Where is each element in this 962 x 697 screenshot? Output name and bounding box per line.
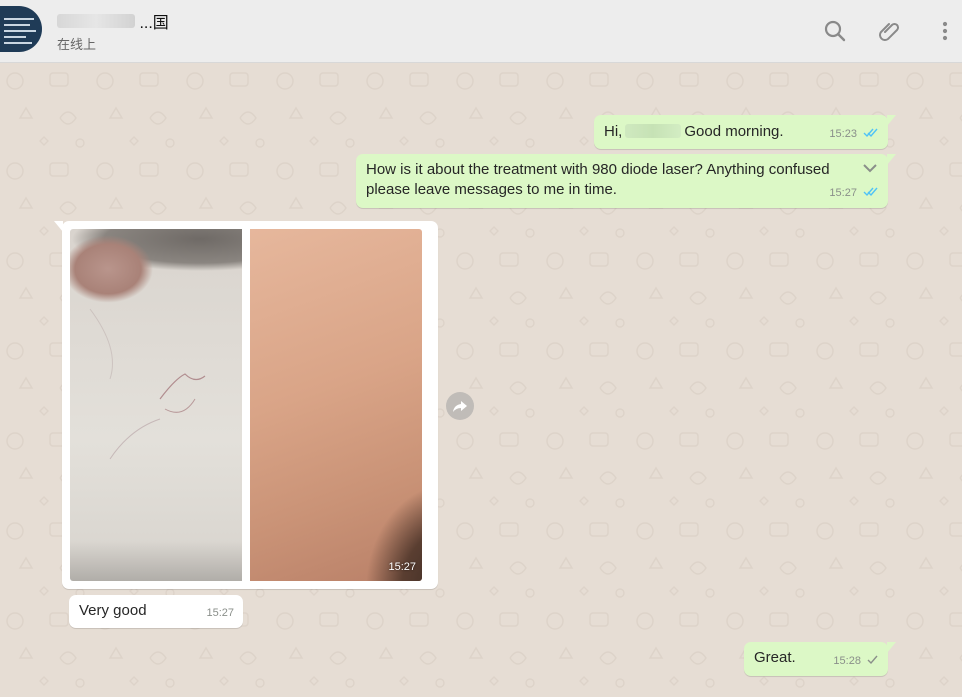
message-text: Very good: [79, 602, 147, 619]
message-meta: 15:27: [829, 183, 879, 203]
read-ticks-icon: [863, 187, 878, 197]
message-text-line-2: please leave messages to me in time.: [366, 181, 617, 198]
message-time: 15:28: [833, 655, 861, 667]
photo-before-treatment: [70, 229, 242, 581]
forward-icon: [453, 401, 467, 412]
photo-after-treatment: [250, 229, 422, 581]
outgoing-message[interactable]: Great. 15:28: [744, 642, 896, 676]
redacted-name: [57, 14, 135, 28]
chat-header: ...国 在线上: [0, 0, 962, 63]
outgoing-message[interactable]: How is it about the treatment with 980 d…: [356, 154, 896, 208]
incoming-image-message[interactable]: 15:27: [54, 221, 438, 589]
message-text: Great.: [754, 649, 796, 666]
contact-avatar[interactable]: [0, 6, 42, 52]
bubble-tail: [54, 221, 63, 232]
message-time: 15:27: [206, 607, 234, 619]
chevron-down-icon[interactable]: [861, 161, 879, 175]
read-ticks-icon: [863, 128, 878, 138]
bubble-tail: [887, 115, 896, 126]
message-text: Hi, Good morning.: [604, 123, 784, 140]
message-list[interactable]: Hi, Good morning. 15:23 How is it about t…: [0, 63, 962, 697]
message-text-line-1: How is it about the treatment with 980 d…: [366, 161, 830, 178]
forward-button[interactable]: [446, 392, 474, 420]
message-photo[interactable]: 15:27: [70, 229, 422, 581]
incoming-message[interactable]: Very good 15:27: [69, 595, 243, 628]
search-icon[interactable]: [822, 18, 848, 44]
message-meta: 15:27: [206, 603, 234, 623]
whatsapp-web-window: ...国 在线上 Hi, Good morning. 15:23 How is …: [0, 0, 962, 697]
bubble-tail: [887, 154, 896, 165]
contact-name-row[interactable]: ...国: [57, 9, 169, 32]
message-meta: 15:28: [833, 651, 879, 671]
contact-name: ...国: [139, 15, 169, 32]
delivered-tick-icon: [867, 655, 878, 665]
photo-time: 15:27: [388, 561, 416, 573]
outgoing-message[interactable]: Hi, Good morning. 15:23: [594, 115, 896, 149]
redacted-text: [625, 124, 682, 138]
photo-shade: [70, 541, 242, 581]
contact-status: 在线上: [57, 37, 97, 52]
message-meta: 15:23: [829, 124, 879, 144]
message-time: 15:23: [829, 128, 857, 140]
message-time: 15:27: [829, 187, 857, 199]
bubble-tail: [887, 642, 896, 653]
paperclip-icon[interactable]: [877, 18, 903, 44]
kebab-menu-icon[interactable]: [932, 18, 958, 44]
photo-divider: [242, 229, 250, 581]
photo-veins-overlay: [89, 308, 206, 460]
